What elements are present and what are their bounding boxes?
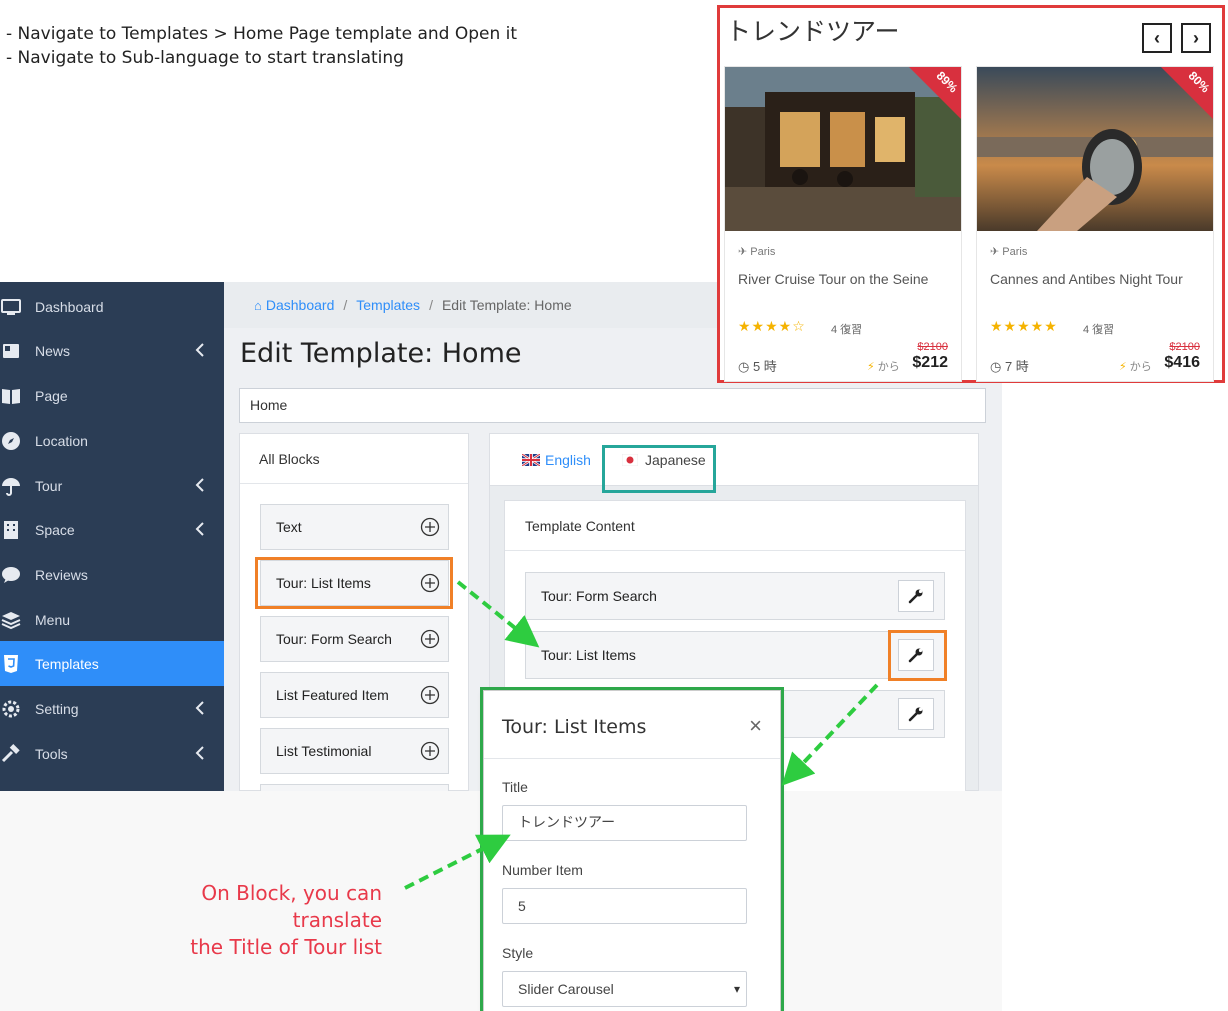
- tour-duration: ◷ 5 時: [738, 359, 777, 374]
- old-price: $2100: [917, 341, 948, 353]
- next-button[interactable]: ›: [1181, 23, 1211, 53]
- tour-price: $416: [1164, 354, 1200, 371]
- tour-location: ✈ Paris: [738, 246, 776, 258]
- star-rating: ★★★★★: [990, 318, 1058, 334]
- frontend-preview: トレンドツアー ‹ › 89% ✈ Paris River Cruise Tou…: [717, 5, 1225, 383]
- price-from: ⚡ から: [1119, 361, 1152, 373]
- discount-ribbon: [909, 67, 961, 119]
- discount-ribbon: [1161, 67, 1213, 119]
- tour-price: $212: [912, 354, 948, 371]
- arrow-to-title: [404, 834, 511, 890]
- arrow-to-modal: [781, 683, 879, 786]
- clock-icon: ◷: [990, 359, 1005, 374]
- preview-title: トレンドツアー: [726, 17, 900, 46]
- tour-title[interactable]: Cannes and Antibes Night Tour: [990, 270, 1205, 289]
- tour-card[interactable]: 89% ✈ Paris River Cruise Tour on the Sei…: [724, 66, 962, 382]
- prev-button[interactable]: ‹: [1142, 23, 1172, 53]
- bolt-icon: ⚡: [1119, 361, 1130, 373]
- bolt-icon: ⚡: [867, 361, 878, 373]
- plane-icon: ✈: [738, 246, 751, 258]
- tour-title[interactable]: River Cruise Tour on the Seine: [738, 270, 953, 289]
- tour-card[interactable]: 80% ✈ Paris Cannes and Antibes Night Tou…: [976, 66, 1214, 382]
- annotation-note: On Block, you can translate the Title of…: [120, 880, 382, 961]
- note-line: the Title of Tour list: [190, 935, 382, 959]
- review-count: 4 復習: [831, 324, 863, 336]
- tour-image: 89%: [725, 67, 961, 231]
- star-rating: ★★★★☆: [738, 318, 806, 334]
- arrow-to-content: [456, 580, 540, 648]
- plane-icon: ✈: [990, 246, 1003, 258]
- price-from: ⚡ から: [867, 361, 900, 373]
- clock-icon: ◷: [738, 359, 753, 374]
- tour-duration: ◷ 7 時: [990, 359, 1029, 374]
- review-count: 4 復習: [1083, 324, 1115, 336]
- tour-image: 80%: [977, 67, 1213, 231]
- note-line: On Block, you can translate: [201, 881, 382, 932]
- tour-location: ✈ Paris: [990, 246, 1028, 258]
- old-price: $2100: [1169, 341, 1200, 353]
